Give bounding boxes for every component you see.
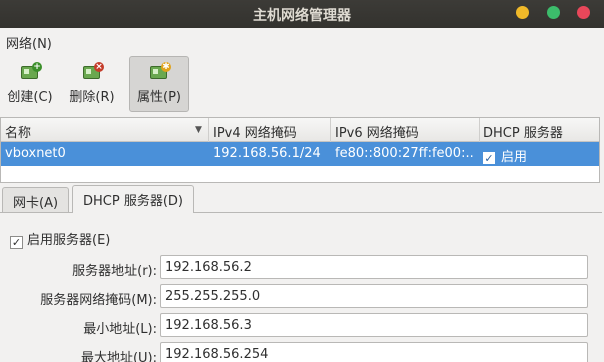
title-bar: 主机网络管理器: [0, 0, 604, 28]
close-button[interactable]: [577, 6, 590, 19]
remove-button-label: 删除(R): [69, 90, 115, 105]
toolbar: + 创建(C) × 删除(R) ✱ 属性(P): [0, 54, 604, 116]
column-name-header[interactable]: 名称: [5, 122, 31, 141]
server-netmask-input[interactable]: [160, 284, 588, 308]
server-address-input[interactable]: [160, 255, 588, 279]
dhcp-checkbox[interactable]: ✓: [483, 152, 495, 164]
enable-server-checkbox[interactable]: ✓ 启用服务器(E): [10, 229, 110, 249]
column-dhcp-header[interactable]: DHCP 服务器: [483, 122, 563, 141]
tab-dhcp-server[interactable]: DHCP 服务器(D): [72, 185, 194, 213]
table-row[interactable]: vboxnet0 192.168.56.1/24 fe80::800:27ff:…: [1, 142, 599, 166]
menu-bar: 网络(N): [0, 28, 604, 54]
row-ipv4: 192.168.56.1/24: [213, 146, 321, 161]
upper-address-label: 最大地址(U):: [80, 351, 157, 362]
check-icon: ✓: [10, 236, 23, 249]
tab-adapter[interactable]: 网卡(A): [2, 187, 70, 213]
properties-button[interactable]: ✱ 属性(P): [129, 56, 189, 112]
lower-address-input[interactable]: [160, 313, 588, 337]
window-title: 主机网络管理器: [253, 8, 351, 24]
tab-bar: 网卡(A) DHCP 服务器(D): [0, 185, 604, 213]
list-header: 名称 ▼ IPv4 网络掩码 IPv6 网络掩码 DHCP 服务器: [1, 118, 599, 142]
column-ipv4-header[interactable]: IPv4 网络掩码: [213, 122, 297, 141]
create-button[interactable]: + 创建(C): [2, 56, 58, 112]
maximize-button[interactable]: [547, 6, 560, 19]
network-remove-icon: ×: [82, 62, 104, 81]
row-dhcp-label: 启用: [501, 150, 528, 165]
network-properties-icon: ✱: [149, 62, 171, 81]
create-button-label: 创建(C): [7, 90, 53, 105]
network-list[interactable]: 名称 ▼ IPv4 网络掩码 IPv6 网络掩码 DHCP 服务器 vboxne…: [0, 117, 600, 183]
dhcp-panel: ✓ 启用服务器(E) 服务器地址(r): 服务器网络掩码(M): 最小地址(L):…: [0, 212, 602, 362]
row-name: vboxnet0: [5, 146, 66, 161]
upper-address-input[interactable]: [160, 342, 588, 362]
remove-button[interactable]: × 删除(R): [62, 56, 122, 112]
column-ipv6-header[interactable]: IPv6 网络掩码: [335, 122, 419, 141]
row-dhcp: ✓ 启用: [483, 146, 527, 165]
server-address-label: 服务器地址(r):: [72, 264, 157, 279]
sort-down-icon: ▼: [195, 125, 202, 135]
network-add-icon: +: [20, 62, 42, 81]
minimize-button[interactable]: [516, 6, 529, 19]
properties-button-label: 属性(P): [137, 90, 181, 105]
server-netmask-label: 服务器网络掩码(M):: [40, 293, 157, 308]
lower-address-label: 最小地址(L):: [83, 322, 157, 337]
menu-network[interactable]: 网络(N): [6, 33, 52, 52]
enable-server-label: 启用服务器(E): [27, 233, 111, 248]
row-ipv6: fe80::800:27ff:fe00:...: [335, 146, 475, 161]
